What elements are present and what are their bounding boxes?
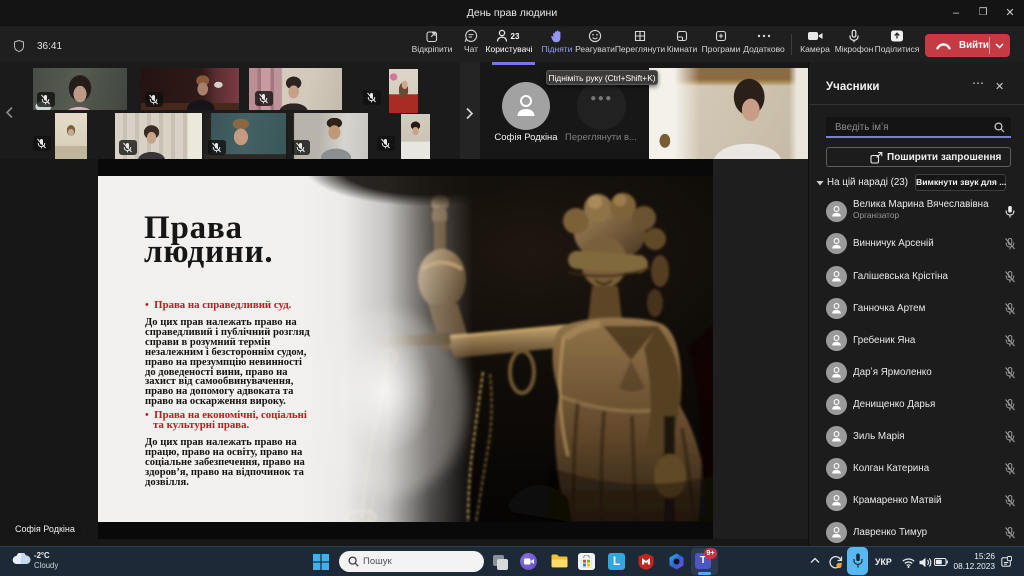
svg-text:23: 23 (511, 32, 520, 41)
